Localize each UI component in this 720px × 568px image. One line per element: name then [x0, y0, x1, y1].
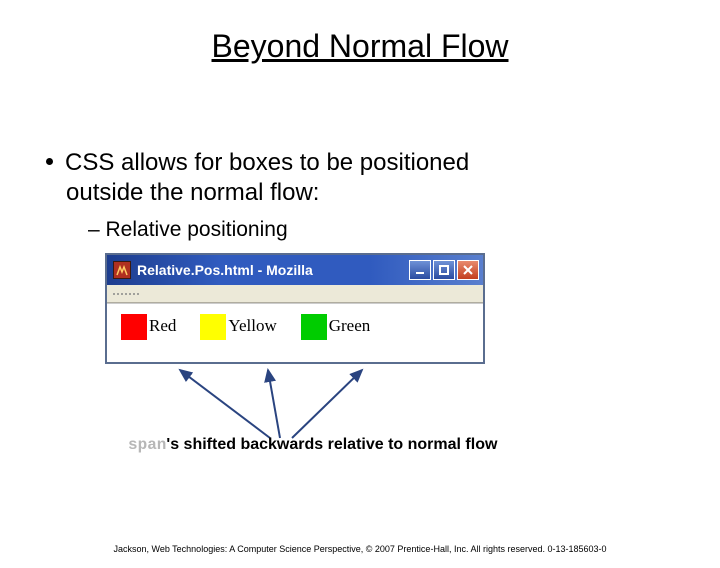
sub-bullet-text: Relative positioning [106, 218, 288, 241]
close-button[interactable] [457, 260, 479, 280]
yellow-label: Yellow [220, 316, 284, 336]
green-label: Green [321, 316, 379, 336]
browser-window: Relative.Pos.html - Mozilla Red Yellow G… [105, 253, 485, 364]
window-buttons [409, 260, 479, 280]
caption-rest: 's shifted backwards relative to normal … [166, 436, 497, 453]
caption-code: span [128, 436, 166, 454]
mozilla-icon [113, 261, 131, 279]
slide-footer: Jackson, Web Technologies: A Computer Sc… [0, 544, 720, 554]
annotation-caption: span's shifted backwards relative to nor… [128, 436, 497, 454]
window-titlebar: Relative.Pos.html - Mozilla [107, 255, 483, 285]
maximize-button[interactable] [433, 260, 455, 280]
window-content: Red Yellow Green [107, 303, 483, 362]
bullet-line2: outside the normal flow: [66, 178, 469, 208]
main-bullet: CSS allows for boxes to be positioned ou… [46, 148, 469, 208]
minimize-button[interactable] [409, 260, 431, 280]
window-title: Relative.Pos.html - Mozilla [137, 262, 409, 278]
sub-bullet: – Relative positioning [88, 218, 288, 242]
annotation-arrows [140, 364, 480, 444]
red-label: Red [141, 316, 184, 336]
slide-title: Beyond Normal Flow [0, 28, 720, 65]
window-toolbar [107, 285, 483, 303]
bullet-dot [46, 158, 53, 165]
bullet-line1: CSS allows for boxes to be positioned [65, 149, 469, 176]
